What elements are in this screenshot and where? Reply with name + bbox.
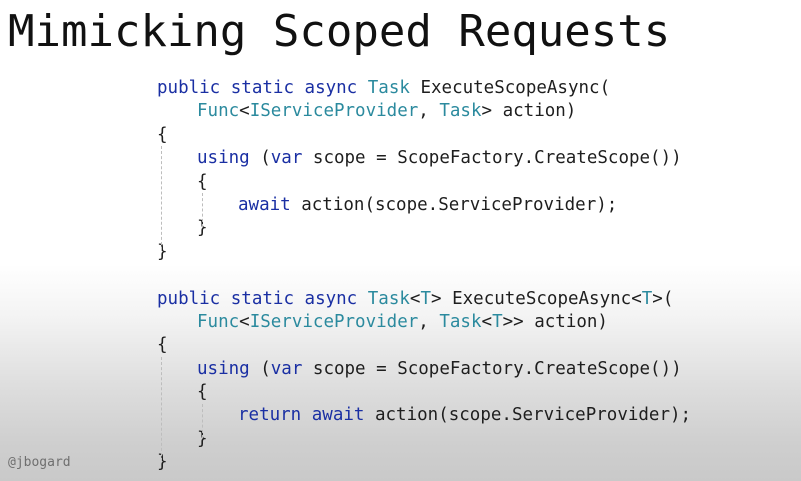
using-expression: scope = ScopeFactory.CreateScope()) (302, 358, 682, 379)
angle-open: < (239, 101, 250, 122)
indent-guide (161, 357, 162, 461)
method2-inner-open-brace-line: { (157, 381, 691, 404)
type-task: Task (367, 288, 410, 309)
await-expression: action(scope.ServiceProvider); (364, 405, 692, 426)
close-brace: } (157, 452, 168, 473)
method1-await-line: await action(scope.ServiceProvider); (157, 194, 691, 217)
code-block: public static async Task ExecuteScopeAsy… (157, 77, 691, 475)
keyword-static: static (230, 288, 294, 309)
type-task: Task (439, 101, 482, 122)
type-func: Func (197, 101, 240, 122)
type-parameter-t: T (492, 311, 503, 332)
angle-open: < (409, 288, 421, 309)
method1-open-brace-line: { (157, 124, 691, 147)
await-expression: action(scope.ServiceProvider); (290, 194, 618, 215)
method2-return-line: return await action(scope.ServiceProvide… (157, 404, 691, 427)
open-brace: { (157, 335, 168, 356)
method1-inner-close-brace-line: } (157, 217, 691, 240)
method-name: ExecuteScopeAsync( (420, 78, 611, 98)
type-task: Task (439, 311, 482, 332)
keyword-async: async (304, 78, 358, 98)
code-gap (157, 264, 691, 287)
keyword-await: await (238, 194, 291, 215)
type-func: Func (197, 311, 240, 332)
method1-close-brace-line: } (157, 241, 691, 264)
comma: , (418, 101, 440, 122)
parameter-rest: > action) (481, 101, 577, 122)
type-parameter-t: T (641, 288, 653, 309)
slide-title: Mimicking Scoped Requests (8, 6, 671, 57)
inner-open-brace: { (197, 382, 208, 403)
type-iserviceprovider: IServiceProvider (249, 311, 419, 332)
keyword-using: using (197, 358, 250, 379)
angle-open: < (481, 311, 493, 332)
method2-inner-close-brace-line: } (157, 428, 691, 451)
method2-using-line: using (var scope = ScopeFactory.CreateSc… (157, 358, 691, 381)
method2-signature-line: public static async Task<T> ExecuteScope… (157, 288, 691, 311)
keyword-var: var (270, 148, 303, 169)
method-name: ExecuteScopeAsync< (452, 288, 642, 309)
inner-open-brace: { (197, 171, 208, 192)
method1-parameter-line: Func<IServiceProvider, Task> action) (157, 100, 691, 123)
keyword-public: public (157, 288, 221, 309)
type-task: Task (367, 78, 410, 98)
indent-guide (202, 193, 203, 227)
method2-open-brace-line: { (157, 334, 691, 357)
using-expression: scope = ScopeFactory.CreateScope()) (302, 148, 682, 169)
method1-inner-open-brace-line: { (157, 171, 691, 194)
method2-parameter-line: Func<IServiceProvider, Task<T>> action) (157, 311, 691, 334)
keyword-public: public (157, 78, 221, 98)
method1-using-line: using (var scope = ScopeFactory.CreateSc… (157, 147, 691, 170)
close-brace: } (157, 241, 168, 262)
keyword-using: using (197, 148, 250, 169)
keyword-static: static (230, 78, 294, 98)
indent-guide (202, 404, 203, 438)
open-brace: { (157, 124, 168, 145)
parameter-rest: >> action) (502, 311, 608, 332)
angle-close: > (431, 288, 453, 309)
paren-open: ( (249, 358, 271, 379)
author-handle: @jbogard (8, 455, 71, 470)
paren-open: ( (249, 148, 271, 169)
method1-signature-line: public static async Task ExecuteScopeAsy… (157, 77, 691, 100)
method2-close-brace-line: } (157, 451, 691, 474)
keyword-await: await (311, 405, 365, 426)
keyword-return: return (238, 405, 302, 426)
keyword-var: var (270, 358, 303, 379)
keyword-async: async (304, 288, 358, 309)
indent-guide (161, 146, 162, 250)
type-iserviceprovider: IServiceProvider (249, 101, 419, 122)
name-end: >( (652, 288, 674, 309)
comma: , (418, 311, 440, 332)
angle-open: < (239, 311, 250, 332)
type-parameter-t: T (420, 288, 432, 309)
